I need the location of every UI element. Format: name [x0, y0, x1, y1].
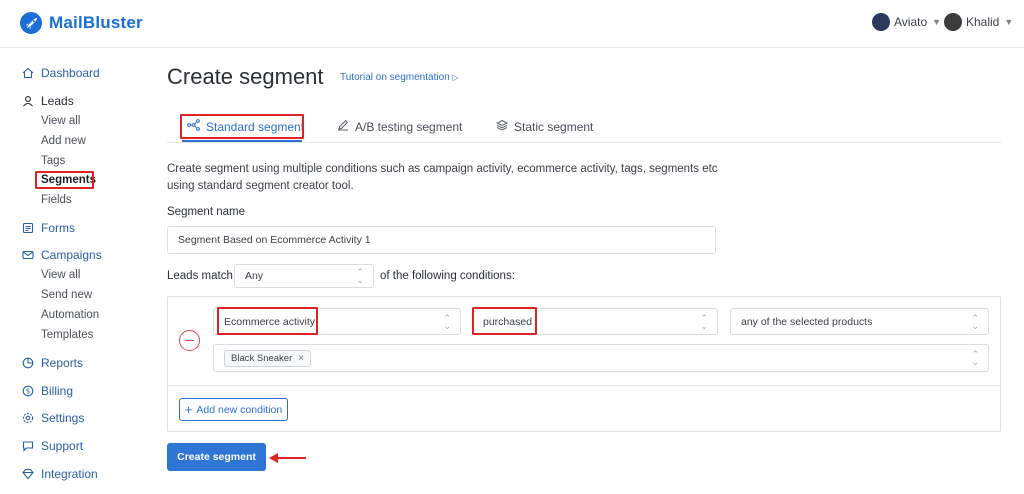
- sidebar-subitem-tags[interactable]: Tags: [41, 155, 65, 167]
- chart-pie-icon: [22, 357, 34, 369]
- tab-label: A/B testing segment: [355, 119, 463, 134]
- user-icon: [22, 95, 34, 107]
- account-name: Aviato: [894, 15, 928, 29]
- sidebar-item-forms[interactable]: Forms: [22, 221, 75, 235]
- segment-description: Create segment using multiple conditions…: [167, 163, 718, 192]
- form-icon: [22, 222, 34, 234]
- plus-icon: +: [184, 401, 193, 417]
- remove-condition-button[interactable]: [179, 330, 200, 351]
- sidebar-subitem-send-new[interactable]: Send new: [41, 289, 92, 301]
- sidebar-item-label: Leads: [41, 94, 74, 108]
- sidebar-item-reports[interactable]: Reports: [22, 356, 83, 370]
- segment-name-label: Segment name: [167, 206, 245, 218]
- sidebar-item-label: Reports: [41, 356, 84, 370]
- avatar: [944, 13, 962, 31]
- sort-arrows-icon: ⌃ ⌄: [971, 349, 979, 367]
- user-name: Khalid: [966, 15, 1000, 29]
- sidebar-item-leads[interactable]: Leads: [22, 94, 74, 108]
- sidebar-item-campaigns[interactable]: Campaigns: [22, 248, 102, 262]
- brand-name: MailBluster: [49, 13, 143, 32]
- sidebar-subitem-view-all-campaigns[interactable]: View all: [41, 269, 80, 281]
- sidebar-item-billing[interactable]: $ Billing: [22, 384, 73, 398]
- conditions-suffix-label: of the following conditions:: [380, 270, 515, 282]
- tab-ab-testing-segment[interactable]: A/B testing segment: [337, 119, 462, 134]
- segment-name-input[interactable]: Segment Based on Ecommerce Activity 1: [167, 226, 716, 254]
- user-menu-khalid[interactable]: Khalid ▼: [944, 13, 1013, 31]
- account-switcher-aviato[interactable]: Aviato ▼: [872, 13, 941, 31]
- top-bar: MailBluster Aviato ▼ Khalid ▼: [0, 0, 1024, 48]
- leads-match-select[interactable]: Any ⌃ ⌄: [234, 264, 374, 288]
- mail-icon: [22, 249, 34, 261]
- play-icon: ▷: [452, 73, 459, 82]
- condition-scope-select[interactable]: any of the selected products ⌃ ⌄: [730, 308, 989, 335]
- diamond-icon: [22, 468, 34, 480]
- page-title: Create segment: [167, 64, 324, 89]
- tab-static-segment[interactable]: Static segment: [495, 119, 594, 134]
- brand-logo[interactable]: MailBluster: [20, 12, 143, 34]
- sidebar-item-label: Forms: [41, 221, 75, 235]
- add-condition-button[interactable]: + Add new condition: [179, 398, 288, 421]
- rocket-icon: [20, 12, 42, 34]
- sidebar-item-dashboard[interactable]: Dashboard: [22, 66, 100, 80]
- sidebar-item-support[interactable]: Support: [22, 439, 83, 453]
- highlight-box: [472, 307, 537, 335]
- minus-icon: [185, 339, 194, 342]
- sidebar-item-label: Settings: [41, 411, 85, 425]
- gear-icon: [22, 412, 34, 424]
- sidebar-item-label: Billing: [41, 384, 74, 398]
- sidebar-subitem-automation[interactable]: Automation: [41, 309, 99, 321]
- conditions-divider: [168, 385, 1000, 386]
- active-tab-indicator: [182, 140, 302, 142]
- layers-icon: [495, 119, 509, 134]
- sidebar-item-label: Campaigns: [41, 248, 102, 262]
- sort-arrows-icon: ⌃ ⌄: [443, 312, 451, 331]
- highlight-box: [180, 114, 304, 139]
- chat-icon: [22, 440, 34, 452]
- sidebar-item-label: Integration: [41, 467, 98, 481]
- svg-text:$: $: [26, 388, 30, 396]
- sort-arrows-icon: ⌃ ⌄: [356, 267, 364, 285]
- sidebar-item-label: Support: [41, 439, 84, 453]
- home-icon: [22, 67, 34, 79]
- product-tag: Black Sneaker ×: [224, 350, 312, 367]
- sidebar-subitem-templates[interactable]: Templates: [41, 329, 93, 341]
- create-segment-button[interactable]: Create segment: [167, 443, 266, 471]
- pen-icon: [337, 119, 349, 134]
- sort-arrows-icon: ⌃ ⌄: [700, 312, 708, 331]
- leads-match-label: Leads match: [167, 270, 233, 282]
- sidebar-subitem-fields[interactable]: Fields: [41, 194, 72, 206]
- highlight-box: [35, 171, 94, 189]
- tabs-divider: [167, 142, 1001, 143]
- sidebar-item-integration[interactable]: Integration: [22, 467, 98, 481]
- chevron-down-icon: ▼: [932, 17, 942, 27]
- sort-arrows-icon: ⌃ ⌄: [971, 312, 979, 331]
- close-icon[interactable]: ×: [298, 353, 304, 364]
- sidebar-subitem-view-all-leads[interactable]: View all: [41, 115, 80, 127]
- avatar: [872, 13, 890, 31]
- chevron-down-icon: ▼: [1004, 17, 1014, 27]
- product-multiselect[interactable]: ⌃ ⌄: [213, 344, 989, 372]
- dollar-icon: $: [22, 385, 34, 397]
- sidebar-item-label: Dashboard: [41, 66, 100, 80]
- tutorial-link[interactable]: Tutorial on segmentation ▷: [340, 72, 459, 83]
- highlight-box: [217, 307, 318, 335]
- arrow-left-icon: [269, 453, 306, 463]
- sidebar-subitem-add-new[interactable]: Add new: [41, 135, 86, 147]
- tab-label: Static segment: [514, 119, 594, 134]
- sidebar-item-settings[interactable]: Settings: [22, 411, 84, 425]
